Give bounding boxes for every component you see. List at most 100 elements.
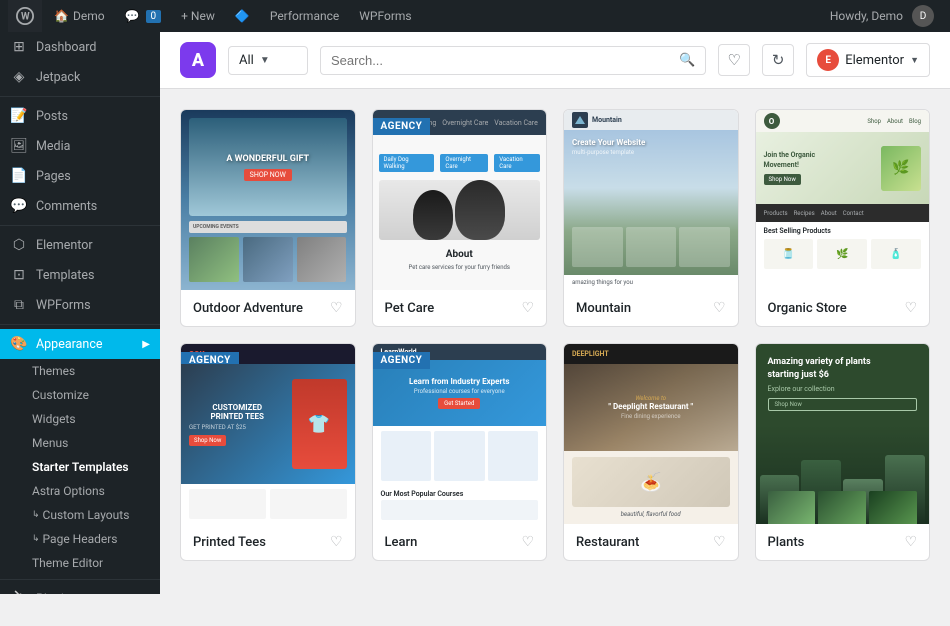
sidebar-sub-custom-layouts[interactable]: ↳ Custom Layouts — [0, 503, 160, 527]
template-name: Outdoor Adventure — [193, 301, 303, 316]
search-input[interactable] — [331, 53, 673, 68]
elementor-button[interactable]: E Elementor ▼ — [806, 43, 930, 77]
template-card-mountain[interactable]: Mountain Create Your Website multi-purpo… — [563, 109, 739, 327]
sidebar-sub-starter-templates[interactable]: Starter Templates — [0, 455, 160, 479]
sidebar-sub-widgets[interactable]: Widgets — [0, 407, 160, 431]
comment-icon: 💬 — [125, 9, 140, 23]
page-headers-arrow: ↳ — [32, 534, 40, 544]
template-footer: Outdoor Adventure ♡ — [181, 290, 355, 326]
template-card-printed-tees[interactable]: AGENCY SOK CUSTOMIZEDPRINTED TEES GET PR… — [180, 343, 356, 561]
adminbar-new[interactable]: + New — [173, 0, 223, 32]
elementor-icon: ⬡ — [10, 237, 28, 253]
favorite-icon[interactable]: ♡ — [904, 534, 917, 550]
appearance-icon: 🎨 — [10, 336, 28, 352]
home-icon: 🏠 — [54, 9, 69, 23]
template-thumbnail: Mountain Create Your Website multi-purpo… — [564, 110, 738, 290]
template-thumbnail: AGENCY Daily Dog Walking Overnight Care … — [373, 110, 547, 290]
svg-text:W: W — [21, 12, 30, 23]
template-thumbnail: Amazing variety of plantsstarting just $… — [756, 344, 930, 524]
sidebar-item-jetpack[interactable]: ◈ Jetpack — [0, 62, 160, 92]
adminbar-comments[interactable]: 💬 0 — [117, 0, 170, 32]
sidebar-item-media[interactable]: 🖼 Media — [0, 131, 160, 161]
template-card-pet-care[interactable]: AGENCY Daily Dog Walking Overnight Care … — [372, 109, 548, 327]
organic-nav: Shop About Blog — [867, 118, 921, 125]
template-thumbnail: A WONDERFUL GIFT SHOP NOW UPCOMING EVENT… — [181, 110, 355, 290]
sidebar-item-pages[interactable]: 📄 Pages — [0, 161, 160, 191]
template-footer: Pet Care ♡ — [373, 290, 547, 326]
template-footer: Organic Store ♡ — [756, 290, 930, 326]
template-name: Restaurant — [576, 535, 639, 550]
sidebar-item-appearance[interactable]: 🎨 Appearance ▶ — [0, 329, 160, 359]
sidebar: ⊞ Dashboard ◈ Jetpack 📝 Posts 🖼 Media 📄 … — [0, 32, 160, 594]
template-name: Pet Care — [385, 301, 435, 316]
search-icon: 🔍 — [679, 53, 695, 68]
favorite-icon[interactable]: ♡ — [330, 534, 343, 550]
template-footer: Restaurant ♡ — [564, 524, 738, 560]
favorite-icon[interactable]: ♡ — [713, 534, 726, 550]
admin-bar: W 🏠 Demo 💬 0 + New 🔷 Performance WPForms… — [0, 0, 950, 32]
main-content: A All ▼ 🔍 ♡ ↻ E Elementor ▼ — [160, 32, 950, 594]
media-icon: 🖼 — [10, 138, 28, 154]
template-footer: Plants ♡ — [756, 524, 930, 560]
adminbar-performance[interactable]: Performance — [262, 0, 347, 32]
sidebar-item-posts[interactable]: 📝 Posts — [0, 101, 160, 131]
template-card-restaurant[interactable]: DEEPLIGHT Welcome to " Deeplight Restaur… — [563, 343, 739, 561]
wpforms-icon: ⧉ — [10, 297, 28, 313]
template-thumbnail: AGENCY SOK CUSTOMIZEDPRINTED TEES GET PR… — [181, 344, 355, 524]
templates-grid: A WONDERFUL GIFT SHOP NOW UPCOMING EVENT… — [160, 89, 950, 581]
adminbar-demo[interactable]: 🏠 Demo — [46, 0, 113, 32]
refresh-icon: ↻ — [772, 51, 785, 69]
astra-logo: A — [180, 42, 216, 78]
template-thumbnail: AGENCY LearnWorld Learn from Industry Ex… — [373, 344, 547, 524]
refresh-button[interactable]: ↻ — [762, 44, 794, 76]
sidebar-item-plugins[interactable]: 🔌 Plugins — [0, 584, 160, 594]
adminbar-wp-icon[interactable]: 🔷 — [227, 0, 258, 32]
dashboard-icon: ⊞ — [10, 39, 28, 55]
template-name: Mountain — [576, 301, 631, 316]
chevron-down-icon: ▼ — [260, 55, 270, 66]
favorite-icon[interactable]: ♡ — [521, 534, 534, 550]
favorite-icon[interactable]: ♡ — [521, 300, 534, 316]
top-bar: A All ▼ 🔍 ♡ ↻ E Elementor ▼ — [160, 32, 950, 89]
template-footer: Printed Tees ♡ — [181, 524, 355, 560]
sidebar-sub-menus[interactable]: Menus — [0, 431, 160, 455]
sidebar-sub-themes[interactable]: Themes — [0, 359, 160, 383]
sidebar-item-comments[interactable]: 💬 Comments — [0, 191, 160, 221]
user-avatar: D — [912, 5, 934, 27]
mountain-logo-icon — [572, 112, 588, 128]
template-card-outdoor-adventure[interactable]: A WONDERFUL GIFT SHOP NOW UPCOMING EVENT… — [180, 109, 356, 327]
template-footer: Learn ♡ — [373, 524, 547, 560]
favorite-icon[interactable]: ♡ — [904, 300, 917, 316]
template-name: Plants — [768, 535, 805, 550]
template-thumbnail: DEEPLIGHT Welcome to " Deeplight Restaur… — [564, 344, 738, 524]
template-footer: Mountain ♡ — [564, 290, 738, 326]
elementor-chevron-icon: ▼ — [910, 55, 919, 66]
template-name: Printed Tees — [193, 535, 266, 550]
sidebar-item-wpforms[interactable]: ⧉ WPForms — [0, 290, 160, 320]
sidebar-sub-page-headers[interactable]: ↳ Page Headers — [0, 527, 160, 551]
adminbar-wpforms[interactable]: WPForms — [351, 0, 419, 32]
sidebar-item-templates[interactable]: ⊡ Templates — [0, 260, 160, 290]
pages-icon: 📄 — [10, 168, 28, 184]
favorite-icon[interactable]: ♡ — [330, 300, 343, 316]
sidebar-sub-customize[interactable]: Customize — [0, 383, 160, 407]
wp-logo[interactable]: W — [8, 0, 42, 32]
favorites-button[interactable]: ♡ — [718, 44, 750, 76]
template-card-plants[interactable]: Amazing variety of plantsstarting just $… — [755, 343, 931, 561]
sidebar-sub-astra-options[interactable]: Astra Options — [0, 479, 160, 503]
favorite-icon[interactable]: ♡ — [713, 300, 726, 316]
sidebar-item-elementor[interactable]: ⬡ Elementor — [0, 230, 160, 260]
template-name: Learn — [385, 535, 418, 550]
custom-layouts-arrow: ↳ — [32, 510, 40, 520]
elementor-avatar: E — [817, 49, 839, 71]
heart-icon: ♡ — [727, 51, 740, 69]
template-card-learn[interactable]: AGENCY LearnWorld Learn from Industry Ex… — [372, 343, 548, 561]
template-card-organic-store[interactable]: O Shop About Blog Join the OrganicMoveme… — [755, 109, 931, 327]
adminbar-howdy[interactable]: Howdy, Demo D — [822, 0, 942, 32]
sidebar-sub-theme-editor[interactable]: Theme Editor — [0, 551, 160, 575]
comments-icon: 💬 — [10, 198, 28, 214]
filter-dropdown[interactable]: All ▼ — [228, 46, 308, 75]
sidebar-item-dashboard[interactable]: ⊞ Dashboard — [0, 32, 160, 62]
template-name: Organic Store — [768, 301, 847, 316]
appearance-arrow: ▶ — [142, 339, 150, 350]
